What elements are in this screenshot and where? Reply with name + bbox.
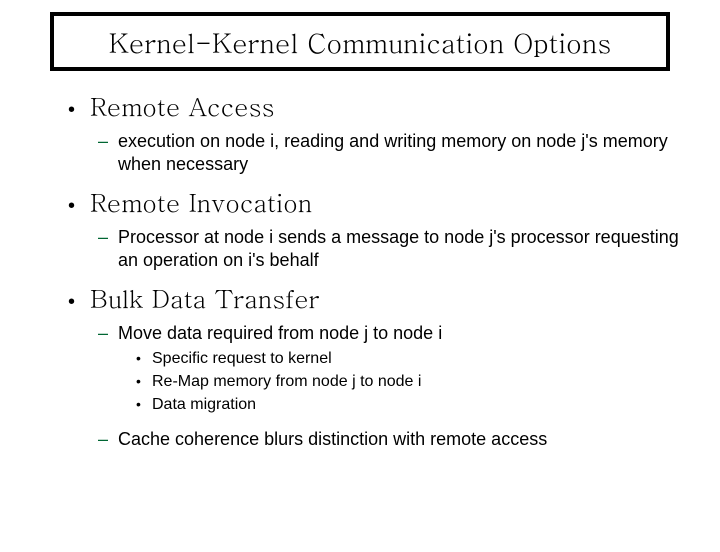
dot-icon: • bbox=[136, 373, 152, 389]
subsub-item: • Re-Map memory from node j to node i bbox=[136, 372, 690, 392]
slide-content: • Remote Access – execution on node i, r… bbox=[0, 89, 720, 450]
sub-text: execution on node i, reading and writing… bbox=[118, 130, 690, 175]
top-list: • Remote Access – execution on node i, r… bbox=[30, 89, 690, 450]
section-heading: Remote Invocation bbox=[90, 185, 312, 220]
section-bulk-data-transfer: • Bulk Data Transfer – Move data require… bbox=[68, 281, 690, 450]
bullet-icon: • bbox=[68, 291, 90, 314]
subsub-item: • Data migration bbox=[136, 395, 690, 415]
dash-icon: – bbox=[98, 323, 118, 344]
dash-icon: – bbox=[98, 227, 118, 248]
sub-text: Cache coherence blurs distinction with r… bbox=[118, 428, 547, 451]
slide-title: Kernel-Kernel Communication Options bbox=[50, 12, 670, 71]
dot-icon: • bbox=[136, 396, 152, 412]
subsub-text: Data migration bbox=[152, 395, 256, 415]
section-remote-access: • Remote Access – execution on node i, r… bbox=[68, 89, 690, 175]
sub-item: – execution on node i, reading and writi… bbox=[98, 130, 690, 175]
section-heading: Bulk Data Transfer bbox=[90, 281, 320, 316]
sub-item: – Move data required from node j to node… bbox=[98, 322, 690, 424]
bullet-icon: • bbox=[68, 99, 90, 122]
section-heading: Remote Access bbox=[90, 89, 275, 124]
bullet-icon: • bbox=[68, 195, 90, 218]
dash-icon: – bbox=[98, 429, 118, 450]
section-remote-invocation: • Remote Invocation – Processor at node … bbox=[68, 185, 690, 271]
subsub-text: Specific request to kernel bbox=[152, 349, 332, 369]
sub-text: Move data required from node j to node i bbox=[118, 322, 442, 345]
dot-icon: • bbox=[136, 350, 152, 366]
sub-item: – Processor at node i sends a message to… bbox=[98, 226, 690, 271]
sub-item: – Cache coherence blurs distinction with… bbox=[98, 428, 690, 451]
sub-text: Processor at node i sends a message to n… bbox=[118, 226, 690, 271]
subsub-text: Re-Map memory from node j to node i bbox=[152, 372, 421, 392]
subsub-item: • Specific request to kernel bbox=[136, 349, 690, 369]
dash-icon: – bbox=[98, 131, 118, 152]
